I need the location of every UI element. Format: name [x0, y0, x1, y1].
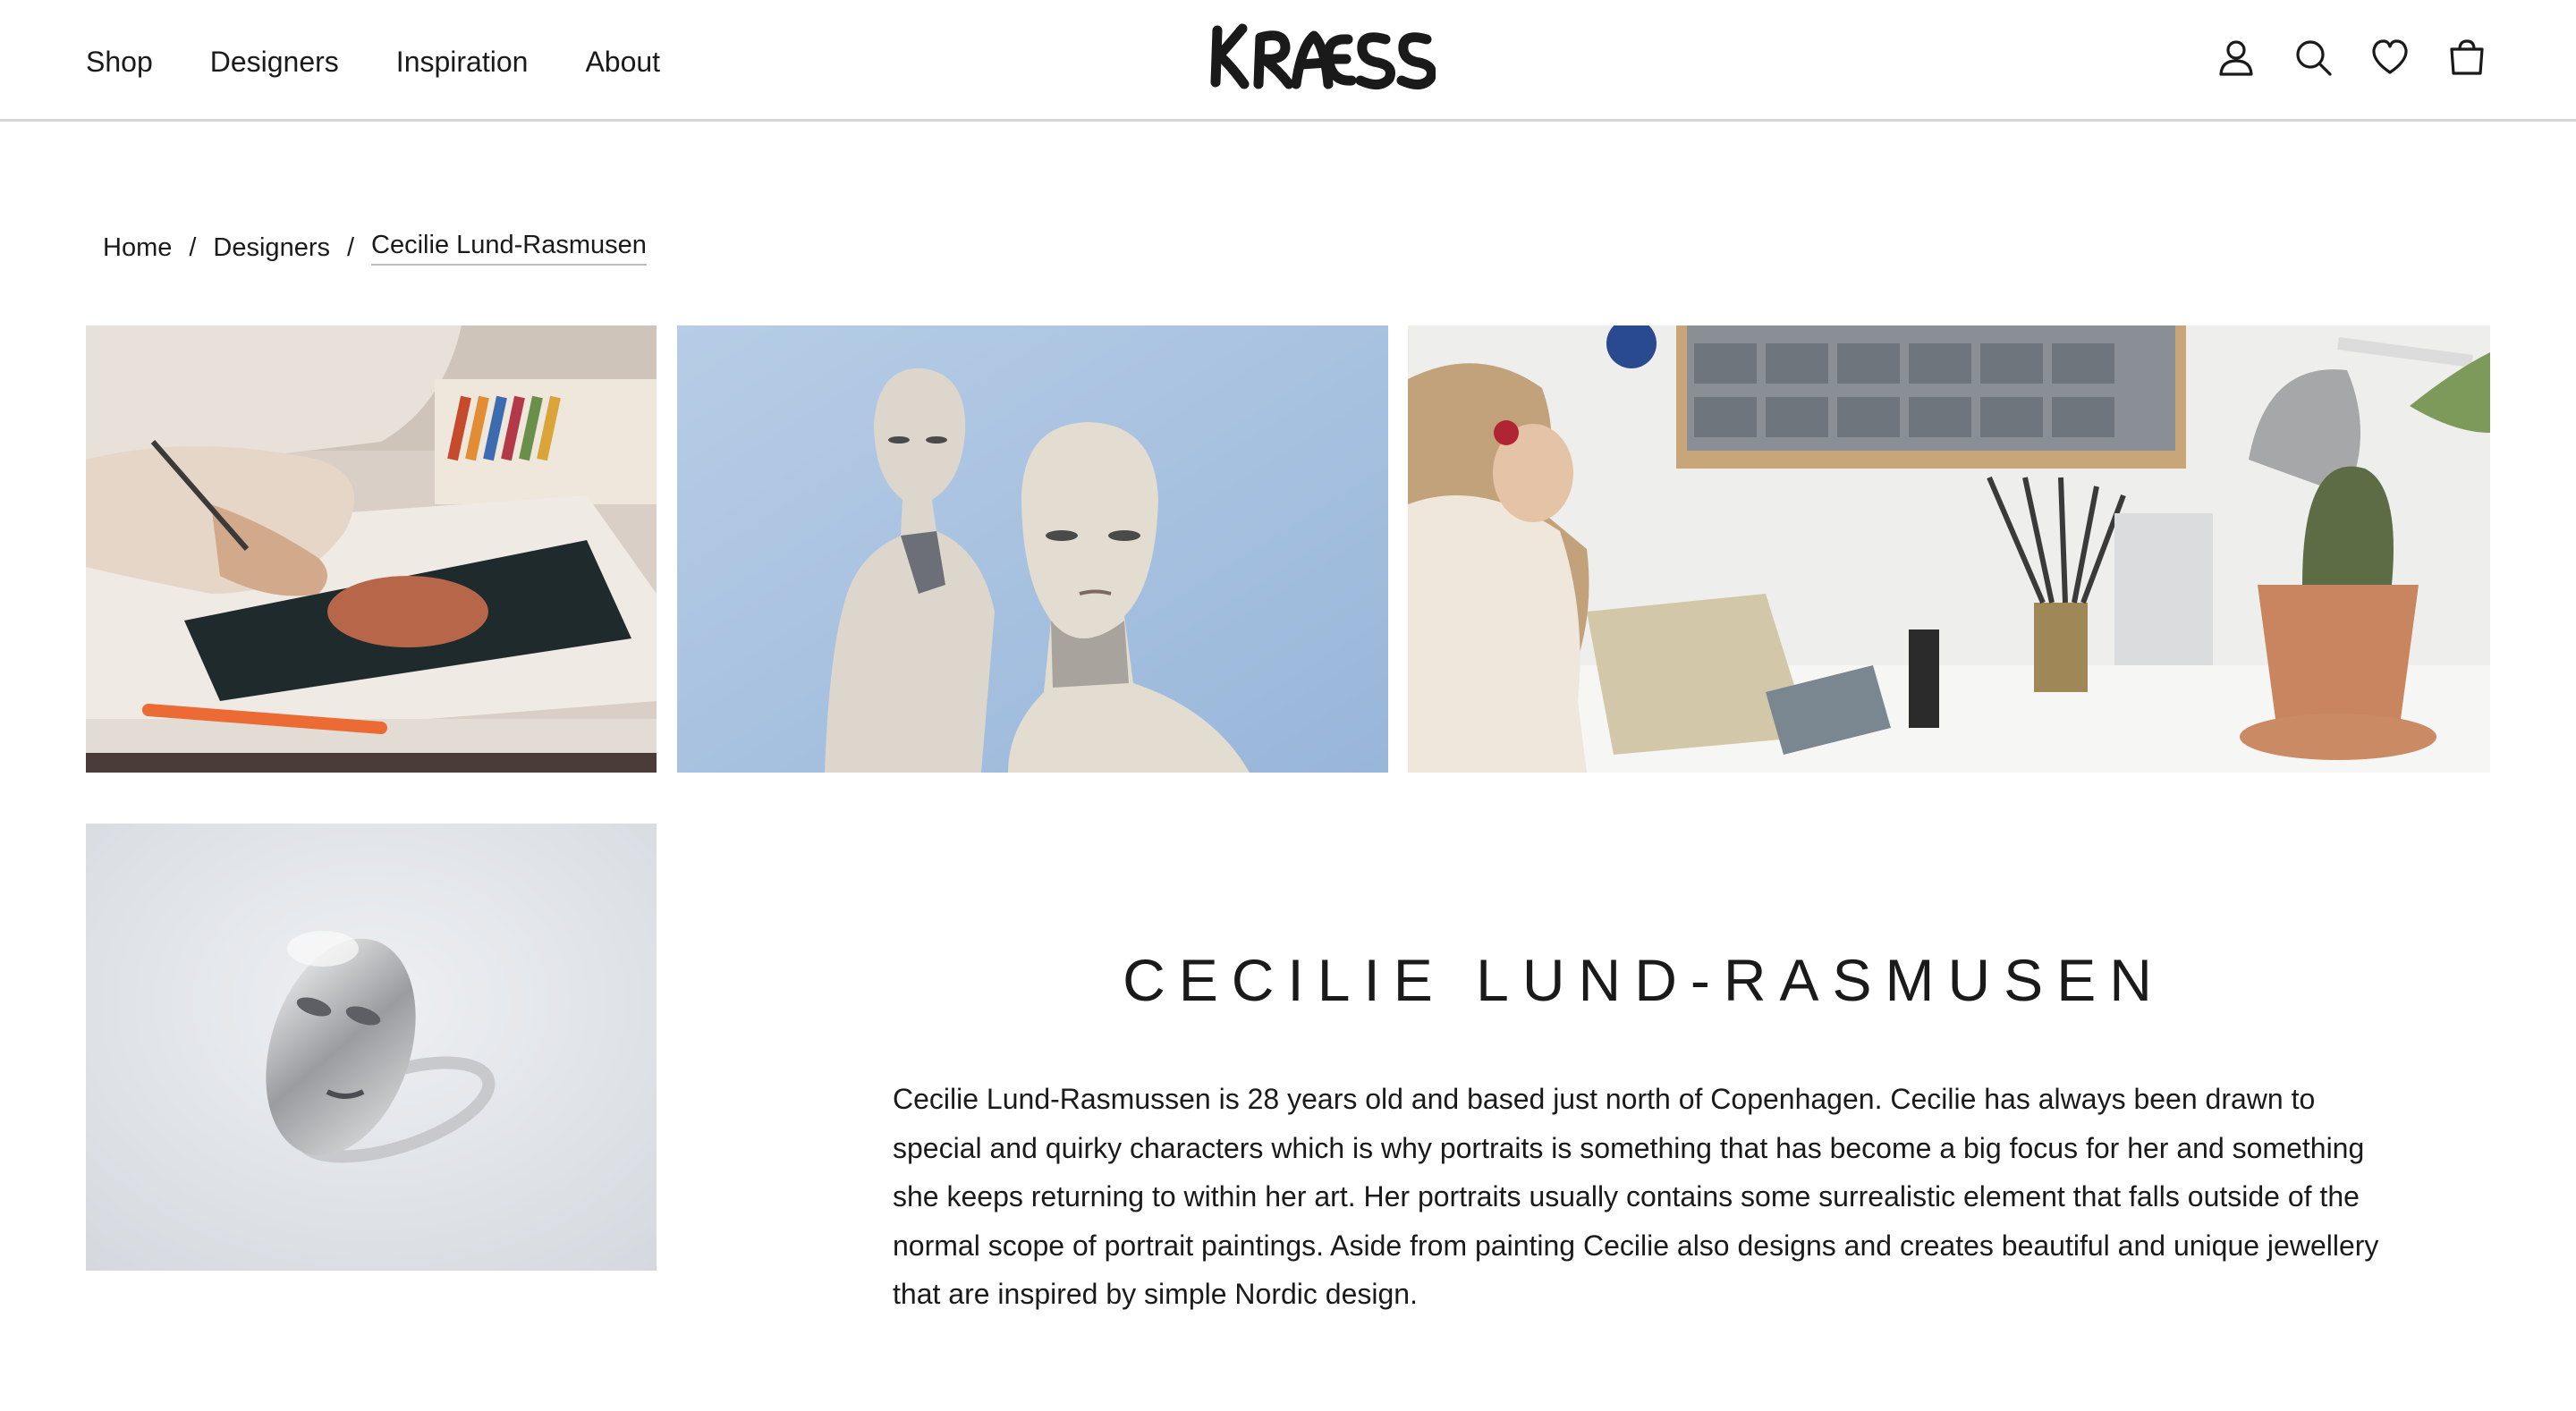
search-icon[interactable] [2290, 34, 2336, 80]
photo-silver-face-ring [86, 824, 657, 1271]
breadcrumb-separator: / [189, 233, 197, 262]
breadcrumb-current: Cecilie Lund-Rasmusen [371, 231, 647, 266]
photo-jewellery-workshop [1408, 325, 2490, 773]
header-icons [2182, 34, 2490, 80]
account-icon[interactable] [2213, 34, 2259, 80]
photo-artist-painting [86, 325, 657, 773]
shopping-bag-icon[interactable] [2444, 34, 2490, 80]
nav-shop[interactable]: Shop [86, 41, 153, 82]
brand-logo[interactable] [1203, 20, 1436, 93]
nav-designers[interactable]: Designers [210, 41, 339, 82]
breadcrumb-home[interactable]: Home [103, 233, 172, 263]
breadcrumb-separator: / [346, 233, 355, 262]
designer-name-heading: CECILIE LUND-RASMUSEN [1123, 947, 2165, 1013]
wishlist-heart-icon[interactable] [2367, 34, 2413, 80]
main-nav: Shop Designers Inspiration About [86, 41, 717, 82]
breadcrumb-designers[interactable]: Designers [213, 233, 330, 263]
nav-inspiration[interactable]: Inspiration [396, 41, 529, 82]
site-header: Shop Designers Inspiration About [0, 0, 2576, 122]
breadcrumb: Home / Designers / Cecilie Lund-Rasmusen [103, 231, 647, 266]
nav-about[interactable]: About [585, 41, 660, 82]
designer-bio: Cecilie Lund-Rasmussen is 28 years old a… [893, 1083, 2379, 1310]
photo-portrait-painting [677, 325, 1388, 773]
